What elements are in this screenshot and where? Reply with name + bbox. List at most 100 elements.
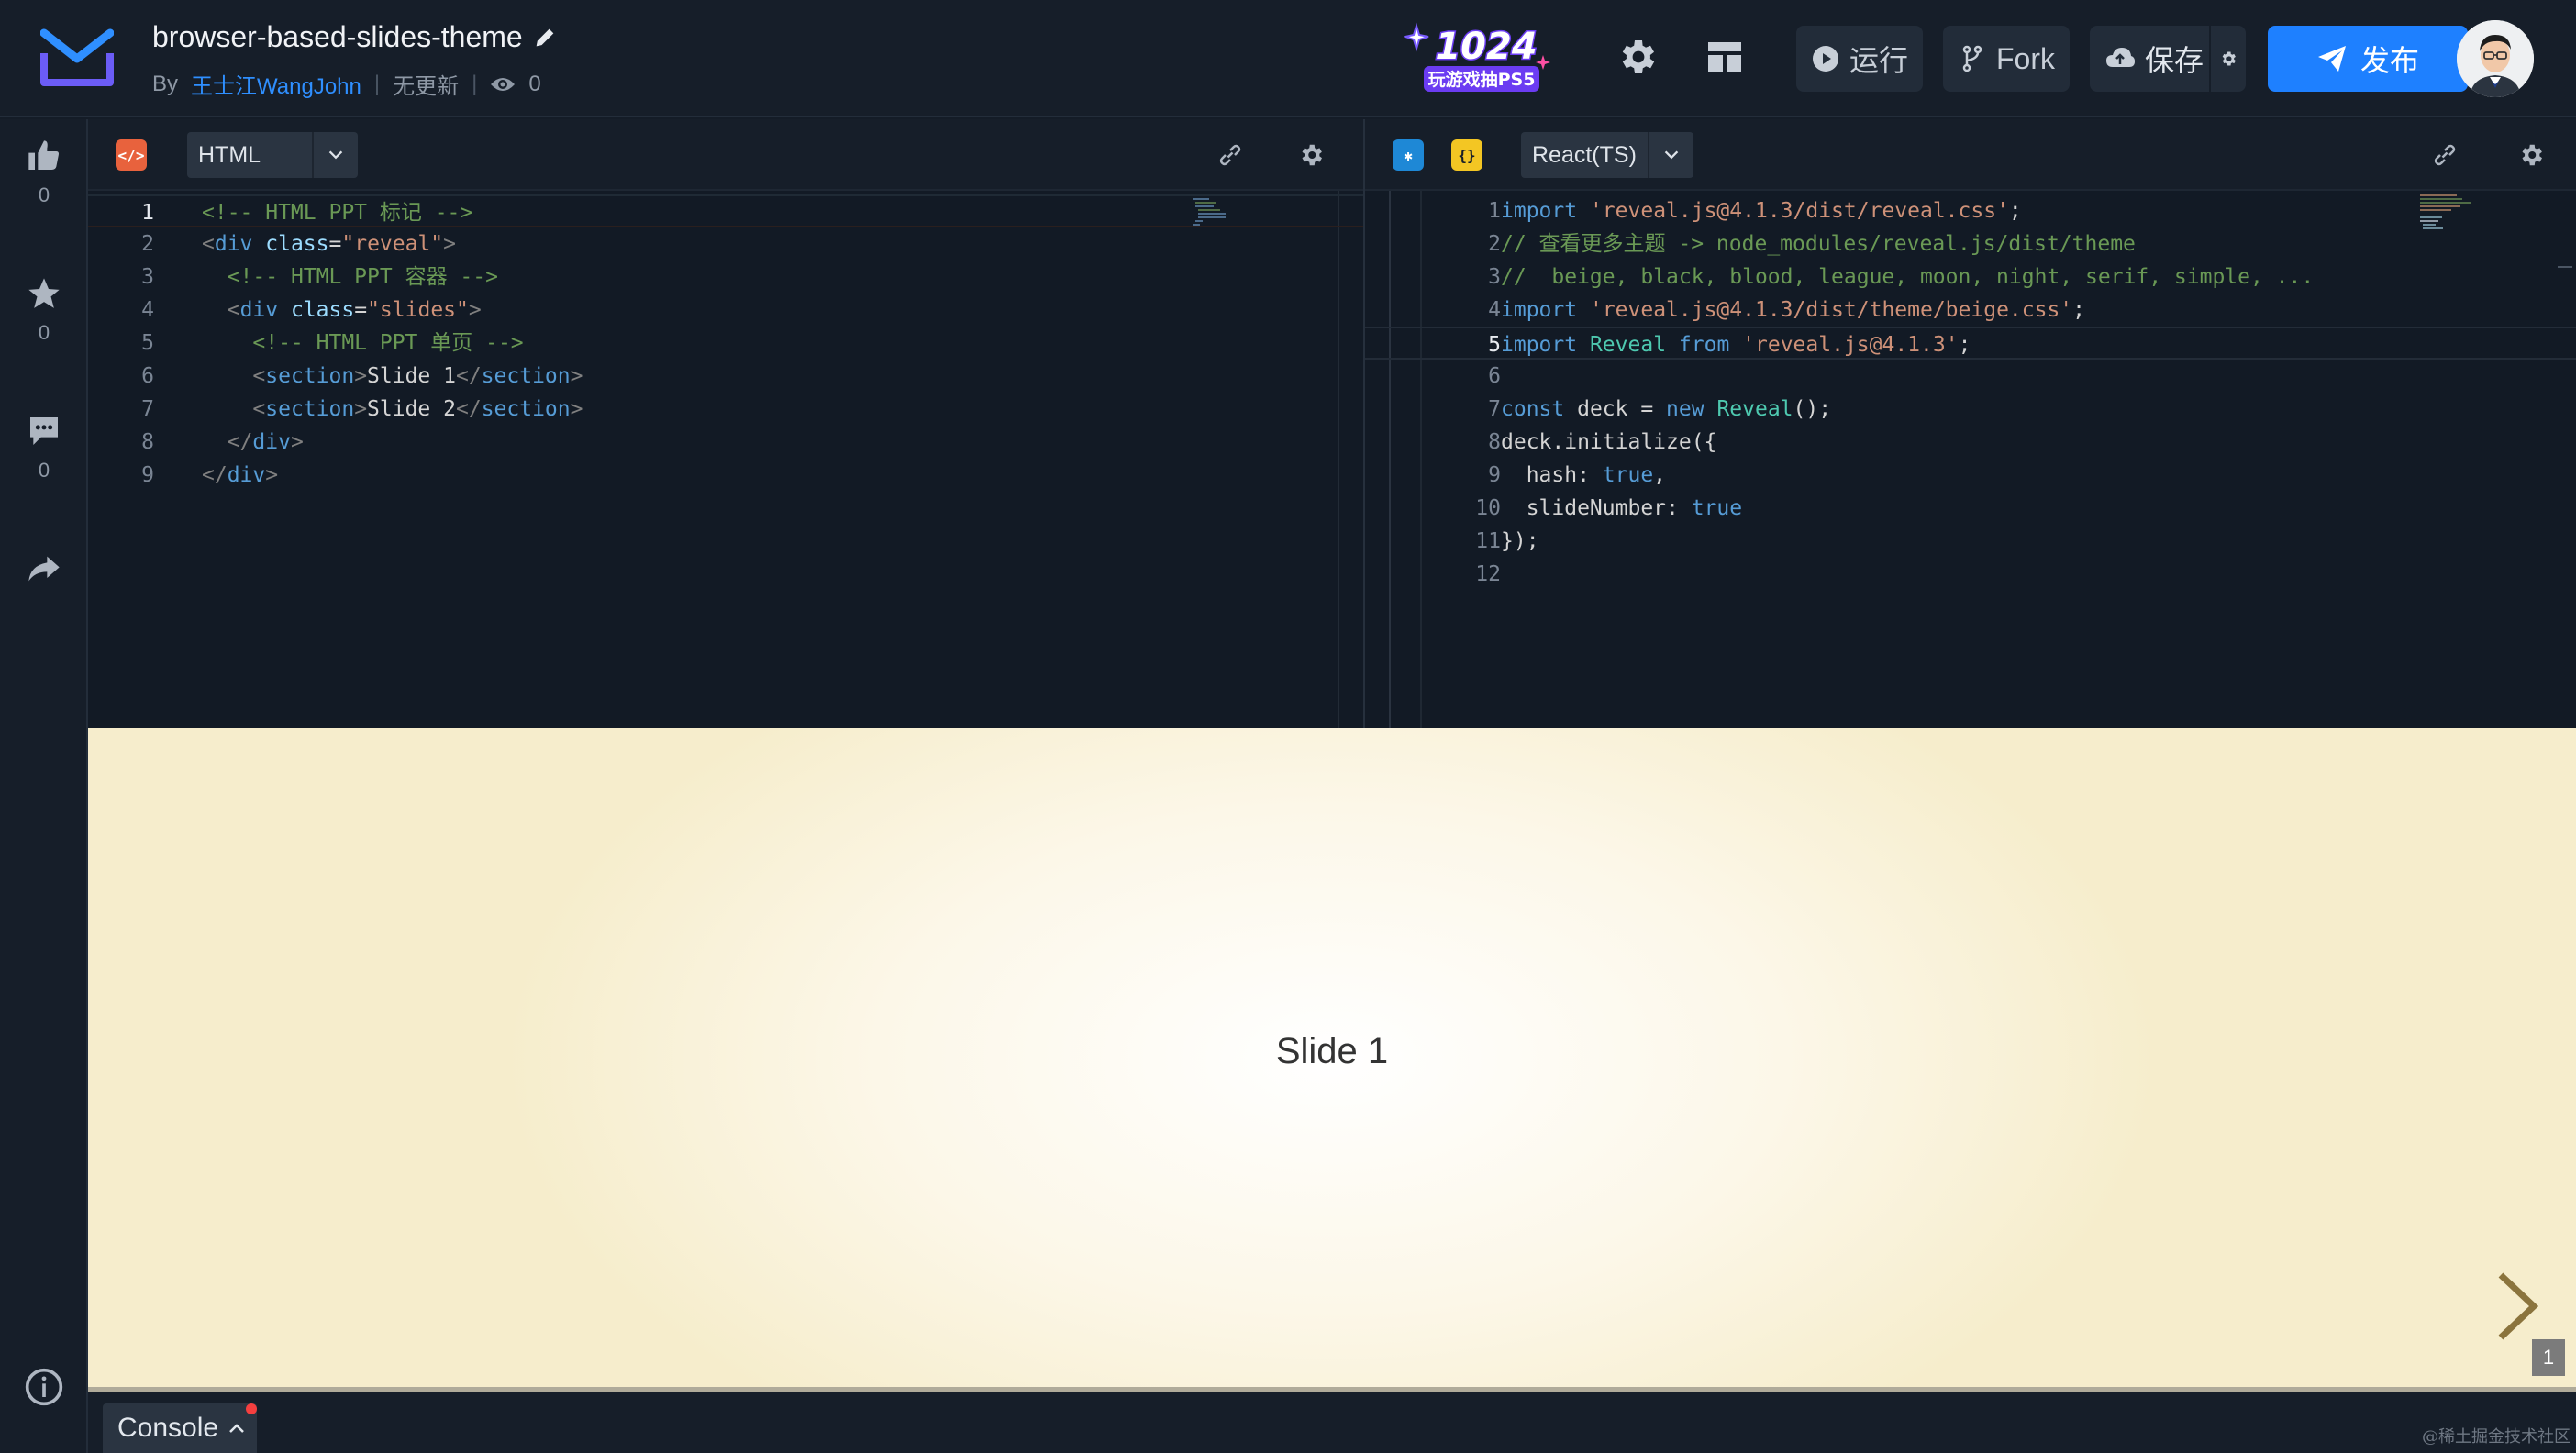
code-line[interactable]: 8 </div>: [88, 426, 1363, 459]
line-number: 11: [1475, 529, 1501, 553]
project-meta: By 王士江WangJohn | 无更新 | 0: [152, 68, 541, 100]
code-token: </: [227, 430, 253, 454]
comment-action[interactable]: 0: [0, 413, 88, 482]
script-language-select[interactable]: React(TS): [1521, 132, 1693, 178]
console-toggle-button[interactable]: Console: [103, 1403, 257, 1453]
code-token: </: [455, 397, 482, 421]
chevron-down-icon: [1664, 150, 1679, 160]
like-action[interactable]: 0: [0, 138, 88, 207]
code-line[interactable]: 3 <!-- HTML PPT 容器 -->: [88, 261, 1363, 294]
code-line[interactable]: 6: [1365, 360, 2576, 393]
promo-1024-banner[interactable]: 1024 玩游戏抽PS5: [1404, 18, 1560, 95]
code-line[interactable]: 4 import 'reveal.js@4.1.3/dist/theme/beig…: [1365, 294, 2576, 327]
script-code-area[interactable]: 1 import 'reveal.js@4.1.3/dist/reveal.css…: [1365, 191, 2576, 728]
code-text: </div>: [202, 426, 304, 459]
line-number: 4: [1488, 298, 1501, 322]
juejin-logo-icon[interactable]: [40, 28, 114, 88]
settings-gear-icon[interactable]: [1615, 35, 1659, 79]
code-line[interactable]: 12: [1365, 558, 2576, 591]
update-status: 无更新: [393, 74, 460, 99]
code-line[interactable]: 4 <div class="slides">: [88, 294, 1363, 327]
line-number: 5: [141, 331, 154, 355]
code-line[interactable]: 5 <!-- HTML PPT 单页 -->: [88, 327, 1363, 360]
script-settings-gear-icon[interactable]: [2517, 141, 2545, 169]
code-token: section: [265, 364, 355, 388]
code-line[interactable]: 8 deck.initialize({: [1365, 426, 2576, 459]
code-token: =: [328, 232, 342, 256]
code-token: import: [1501, 199, 1578, 223]
code-text: slideNumber: true: [1501, 492, 1742, 525]
html-link-icon[interactable]: [1216, 141, 1244, 169]
code-token: import: [1501, 298, 1578, 322]
html-badge-text: </>: [117, 146, 145, 164]
eye-icon: [491, 77, 516, 91]
comment-count: 0: [38, 459, 50, 482]
publish-button[interactable]: 发布: [2268, 26, 2468, 92]
run-button[interactable]: 运行: [1796, 26, 1924, 92]
code-text: <section>Slide 1</section>: [202, 360, 583, 393]
code-token: true: [1691, 496, 1743, 520]
author-link[interactable]: 王士江WangJohn: [191, 68, 361, 100]
user-avatar[interactable]: [2457, 20, 2534, 97]
code-text: <!-- HTML PPT 标记 -->: [202, 196, 472, 229]
publish-label: 发布: [2359, 44, 2419, 77]
code-token: ();: [1793, 397, 1832, 421]
code-token: =: [354, 298, 368, 322]
script-editor-pane: ✱ {} React(TS) 1 import 'reveal.js@4.1.3/…: [1365, 119, 2576, 728]
project-title[interactable]: browser-based-slides-theme: [152, 20, 558, 54]
code-line[interactable]: 6 <section>Slide 1</section>: [88, 360, 1363, 393]
code-line[interactable]: 11});: [1365, 525, 2576, 558]
line-number: 2: [1488, 232, 1501, 256]
line-number: 5: [1488, 333, 1501, 357]
line-number: 7: [1488, 397, 1501, 421]
code-line[interactable]: 10 slideNumber: true: [1365, 492, 2576, 525]
code-token: >: [468, 298, 482, 322]
save-settings-button[interactable]: [2209, 26, 2246, 92]
code-line[interactable]: 2 <div class="reveal">: [88, 227, 1363, 261]
slide-preview[interactable]: Slide 1 1: [88, 728, 2576, 1391]
code-token: // beige, black, blood, league, moon, ni…: [1501, 265, 2315, 289]
code-line[interactable]: 7 const deck = new Reveal();: [1365, 393, 2576, 426]
code-line[interactable]: 2// 查看更多主题 -> node_modules/reveal.js/dis…: [1365, 227, 2576, 261]
script-link-icon[interactable]: [2431, 141, 2459, 169]
code-token: <!-- HTML PPT 标记 -->: [202, 201, 473, 225]
chevron-down-icon: [328, 150, 343, 160]
line-number: 3: [1488, 265, 1501, 289]
code-line[interactable]: 3// beige, black, blood, league, moon, n…: [1365, 261, 2576, 294]
console-notification-dot: [246, 1403, 257, 1414]
code-text: <div class="slides">: [202, 294, 482, 327]
code-text: import Reveal from 'reveal.js@4.1.3';: [1501, 328, 1971, 361]
info-icon[interactable]: [24, 1367, 64, 1407]
chevron-up-icon: [229, 1424, 244, 1433]
next-slide-chevron-icon[interactable]: [2492, 1270, 2543, 1343]
share-action[interactable]: [0, 550, 88, 587]
html-code-area[interactable]: 1 <!-- HTML PPT 标记 --> 2 <div class="reveal…: [88, 191, 1363, 728]
code-line[interactable]: 1 <!-- HTML PPT 标记 -->: [88, 194, 1363, 227]
code-text: import 'reveal.js@4.1.3/dist/reveal.css'…: [1501, 194, 2022, 227]
code-token: <: [227, 298, 240, 322]
top-header: browser-based-slides-theme By 王士江WangJoh…: [0, 0, 2576, 117]
code-line[interactable]: 1 import 'reveal.js@4.1.3/dist/reveal.css…: [1365, 194, 2576, 227]
code-token: const: [1501, 397, 1565, 421]
save-button[interactable]: 保存: [2090, 26, 2209, 92]
code-text: deck.initialize({: [1501, 426, 1716, 459]
line-number: 10: [1475, 496, 1501, 520]
code-line[interactable]: 5 import Reveal from 'reveal.js@4.1.3';: [1365, 327, 2576, 360]
star-action[interactable]: 0: [0, 275, 88, 345]
html-language-select[interactable]: HTML: [187, 132, 358, 178]
code-line[interactable]: 9 hash: true,: [1365, 459, 2576, 492]
html-editor-pane: </> HTML 1 <!-- HTML PPT 标记 --> 2 <div clas…: [88, 119, 1363, 728]
html-settings-gear-icon[interactable]: [1297, 141, 1325, 169]
line-number: 6: [141, 364, 154, 388]
code-token: 'reveal.js@4.1.3/dist/theme/beige.css': [1589, 298, 2073, 322]
edit-pencil-icon[interactable]: [532, 25, 558, 50]
layout-grid-icon[interactable]: [1703, 35, 1747, 79]
code-line[interactable]: 9 </div>: [88, 459, 1363, 492]
code-line[interactable]: 7 <section>Slide 2</section>: [88, 393, 1363, 426]
html-lang-badge: </>: [116, 139, 147, 171]
fork-button[interactable]: Fork: [1943, 26, 2070, 92]
